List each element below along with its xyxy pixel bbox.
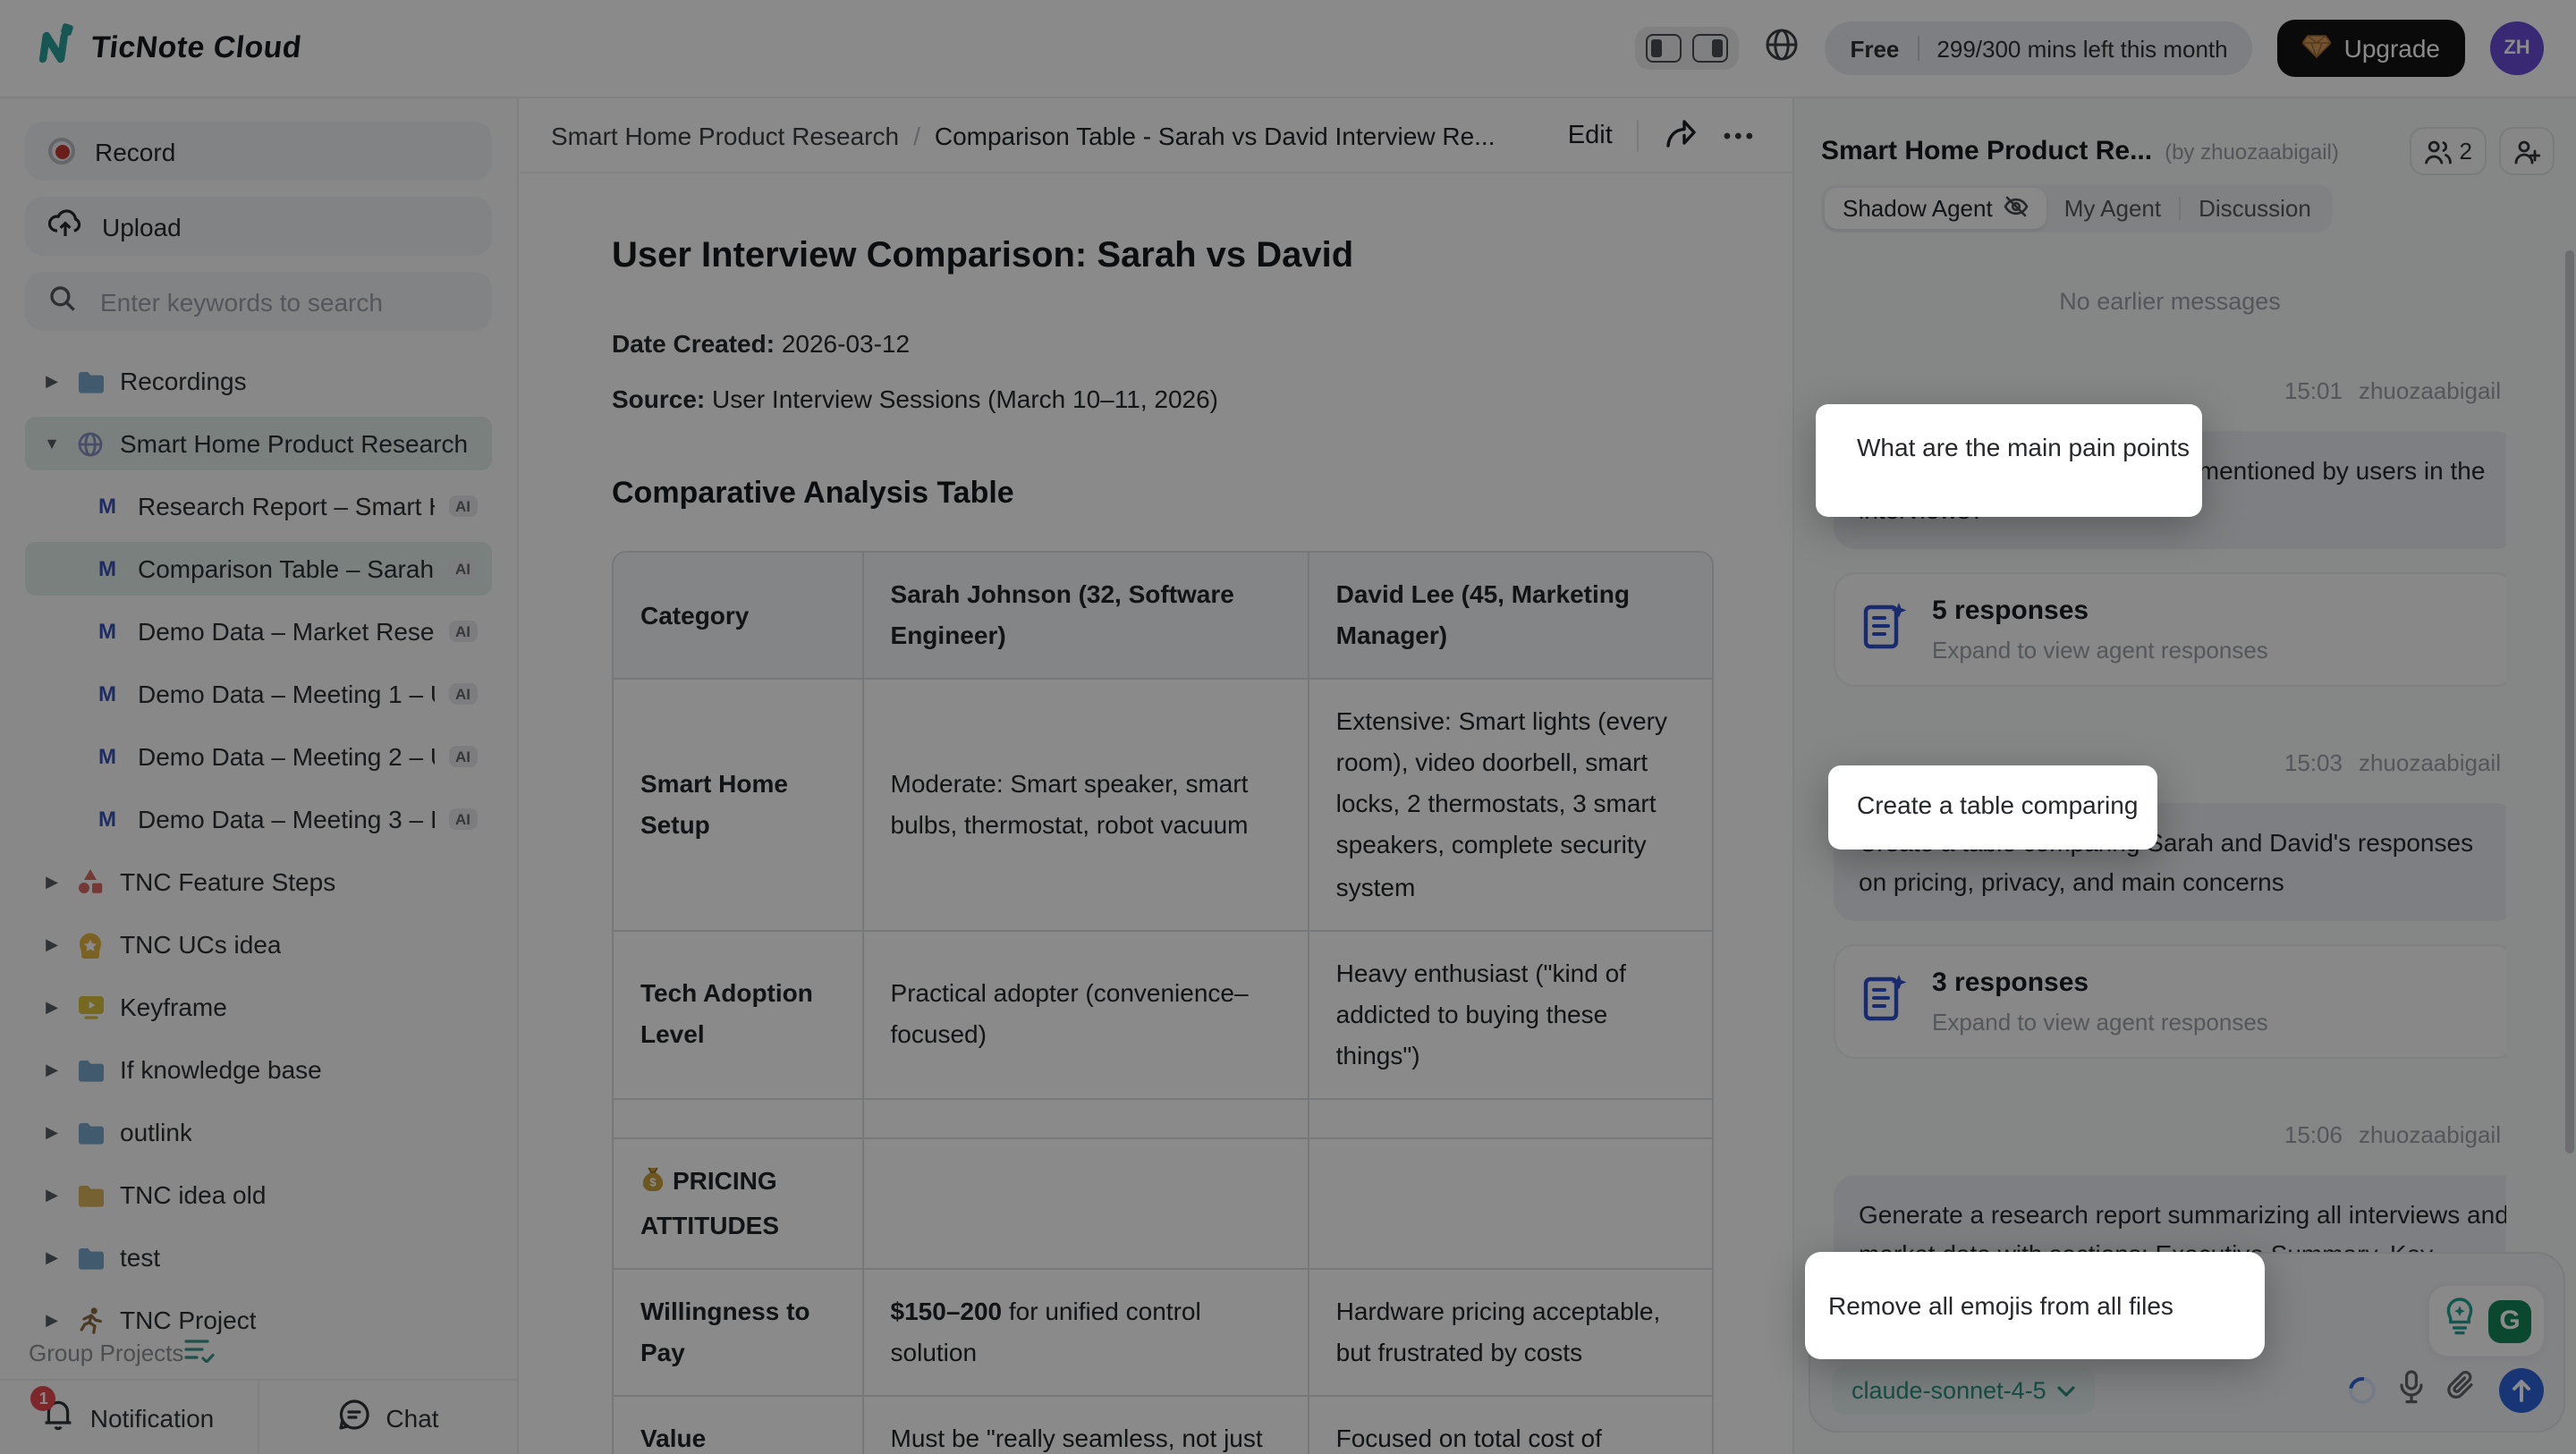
spotlight-highlight-create-table: Create a table comparing [1828,765,2157,850]
app-window: TicNote Cloud Free 299/300 mins left thi… [0,0,2576,1454]
dim-overlay [0,0,2576,1454]
spotlight-highlight-pain-points: What are the main pain points [1816,404,2202,517]
spotlight-composer-input[interactable]: Remove all emojis from all files [1805,1252,2265,1359]
